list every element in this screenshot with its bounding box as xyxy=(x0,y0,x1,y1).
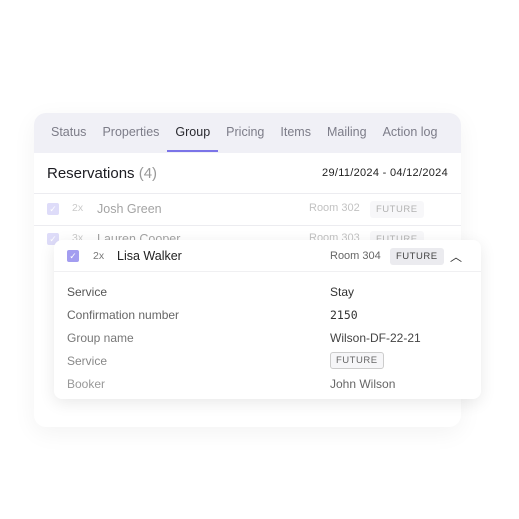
detail-label: Group name xyxy=(67,331,134,345)
quantity: 2x xyxy=(93,250,105,262)
quantity: 2x xyxy=(72,202,84,214)
detail-label: Service xyxy=(67,285,108,299)
service-value: Stay xyxy=(330,285,355,299)
room: Room 304 xyxy=(330,250,381,262)
status-badge: FUTURE xyxy=(370,201,424,218)
tab-properties[interactable]: Properties xyxy=(94,113,167,153)
guest-name: Lisa Walker xyxy=(117,249,182,263)
detail-label: Service xyxy=(67,354,108,368)
tab-status[interactable]: Status xyxy=(43,113,94,153)
confirmation-number-value: 2150 xyxy=(330,308,358,322)
reservations-count: (4) xyxy=(138,165,158,182)
service-status-badge: FUTURE xyxy=(330,352,384,369)
tab-action-log[interactable]: Action log xyxy=(375,113,446,153)
chevron-up-icon[interactable]: ︿ xyxy=(450,248,462,265)
expanded-reservation-card: ✓ 2x Lisa Walker Room 304 FUTURE ︿ Servi… xyxy=(54,240,481,399)
checkbox[interactable]: ✓ xyxy=(67,250,79,262)
detail-label: Confirmation number xyxy=(67,308,180,322)
tab-group[interactable]: Group xyxy=(167,113,218,153)
tab-mailing[interactable]: Mailing xyxy=(319,113,375,153)
page-title: Reservations (4) xyxy=(47,165,157,182)
tab-pricing[interactable]: Pricing xyxy=(218,113,272,153)
status-badge: FUTURE xyxy=(390,248,444,265)
group-name-value: Wilson-DF-22-21 xyxy=(330,331,421,345)
booker-value: John Wilson xyxy=(330,377,396,391)
checkbox[interactable]: ✓ xyxy=(47,203,59,215)
guest-name: Josh Green xyxy=(97,202,162,216)
divider xyxy=(54,271,481,272)
detail-label: Booker xyxy=(67,377,106,391)
tab-items[interactable]: Items xyxy=(272,113,319,153)
table-row[interactable]: ✓ 2x Josh Green Room 302 FUTURE xyxy=(34,194,461,224)
date-range: 29/11/2024 - 04/12/2024 xyxy=(322,167,448,179)
reservations-title: Reservations xyxy=(47,165,135,182)
tab-bar: Status Properties Group Pricing Items Ma… xyxy=(34,113,461,153)
room: Room 302 xyxy=(309,202,360,214)
